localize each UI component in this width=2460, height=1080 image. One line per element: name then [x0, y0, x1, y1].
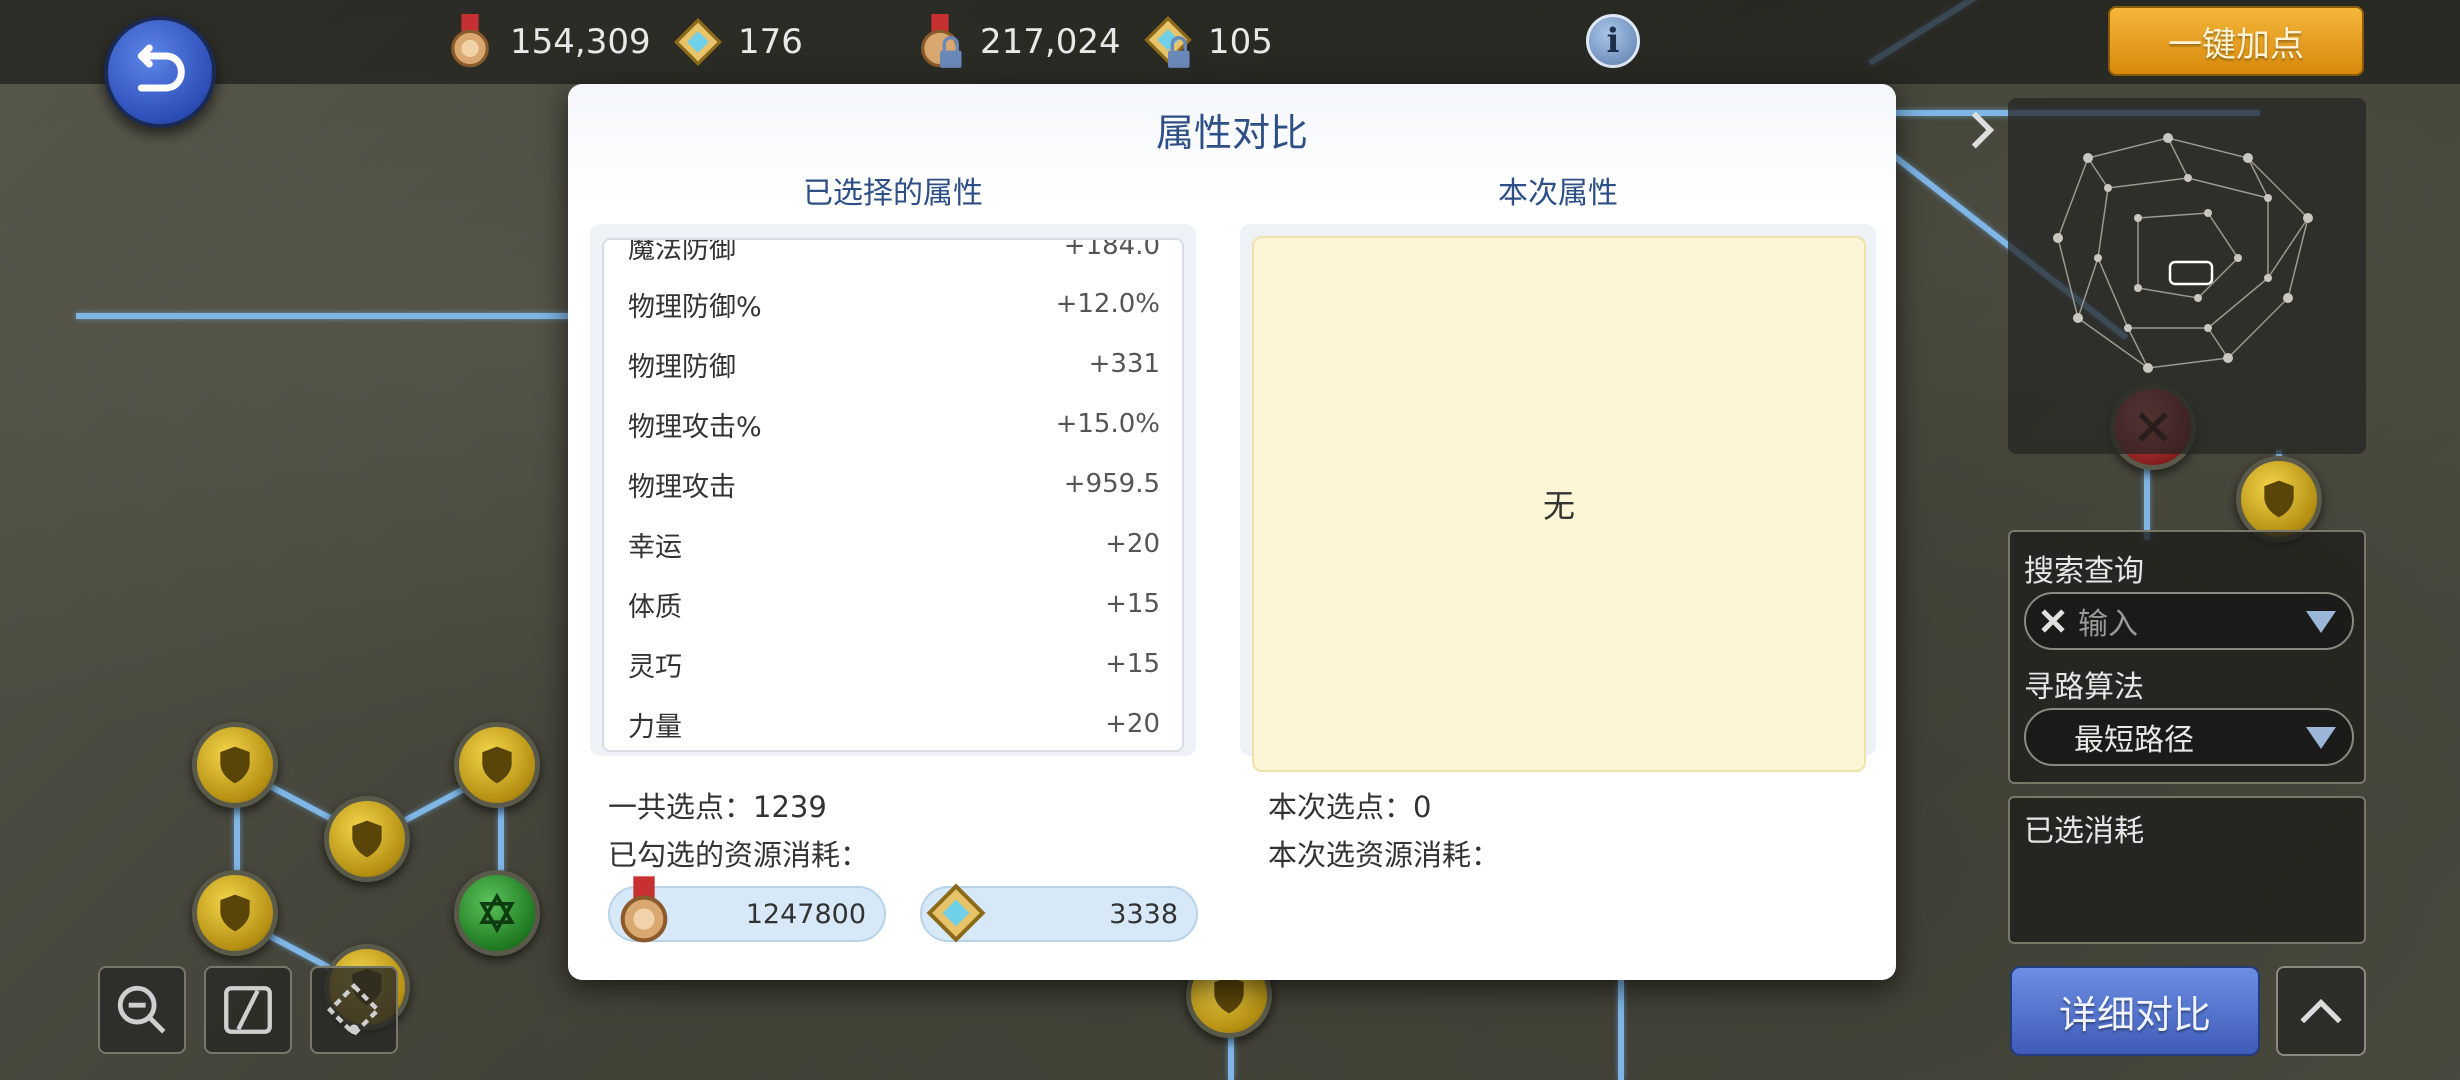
path-value: 最短路径 — [2074, 723, 2194, 758]
attr-name: 魔法防御 — [628, 238, 736, 265]
shield-icon — [2264, 480, 2294, 518]
shield-icon — [220, 746, 250, 784]
attr-name: 幸运 — [628, 531, 682, 563]
shield-node[interactable] — [192, 722, 278, 808]
slash-box-icon — [224, 986, 272, 1034]
current-cost-label: 本次选资源消耗： — [1268, 838, 1501, 872]
minimap-graph — [2053, 133, 2313, 373]
cost-medal-value: 1247800 — [745, 898, 866, 930]
current-points: 本次选点：0 — [1268, 790, 1432, 824]
shield-node[interactable] — [192, 870, 278, 956]
list-item: 灵巧 +15 — [604, 634, 1182, 694]
selected-cost-panel: 已选消耗 — [2008, 796, 2366, 944]
attr-value: +12.0% — [1055, 289, 1160, 319]
attr-value: +15.0% — [1055, 409, 1160, 439]
path-algorithm-select[interactable]: 最短路径 — [2024, 708, 2354, 766]
empty-text: 无 — [1542, 487, 1575, 525]
shield-icon — [220, 894, 250, 932]
list-item: 物理攻击 +959.5 — [604, 454, 1182, 514]
locked-crystal-icon — [1144, 16, 1192, 68]
attr-value: +184.0 — [1063, 238, 1160, 261]
shield-icon — [482, 746, 512, 784]
collapse-button[interactable] — [2276, 966, 2366, 1056]
list-item: 幸运 +20 — [604, 514, 1182, 574]
attr-value: +15 — [1105, 589, 1160, 619]
selected-attributes-header: 已选择的属性 — [803, 176, 983, 211]
list-item: 物理攻击% +15.0% — [604, 394, 1182, 454]
resource-value: 176 — [738, 22, 803, 62]
attr-name: 物理攻击 — [628, 471, 736, 503]
total-points: 一共选点：1239 — [608, 790, 827, 824]
current-attributes-box: 无 — [1252, 236, 1866, 772]
dialog-title: 属性对比 — [1155, 111, 1308, 155]
zoom-out-button[interactable] — [98, 966, 186, 1054]
attr-name: 体质 — [628, 591, 682, 623]
search-placeholder: 输入 — [2078, 607, 2138, 642]
path-label: 寻路算法 — [2024, 670, 2144, 705]
chevron-up-icon — [2300, 998, 2342, 1024]
cost-label: 已选消耗 — [2024, 814, 2144, 849]
chevron-down-icon — [2306, 611, 2336, 633]
locked-medal-icon — [921, 14, 962, 68]
attr-value: +20 — [1105, 529, 1160, 559]
list-item: 物理防御% +12.0% — [604, 274, 1182, 334]
resource-value: 217,024 — [980, 22, 1121, 62]
attr-name: 物理防御 — [628, 351, 736, 383]
toggle-lines-button[interactable] — [204, 966, 292, 1054]
resource-crystal: 176 — [672, 10, 803, 74]
red-medal-icon — [620, 876, 668, 943]
search-label: 搜索查询 — [2024, 554, 2144, 589]
select-area-button[interactable] — [310, 966, 398, 1054]
cost-crystal-value: 3338 — [1109, 898, 1178, 930]
info-button[interactable]: i — [1586, 14, 1640, 68]
auto-assign-button[interactable]: 一键加点 — [2108, 6, 2364, 76]
red-medal-icon — [451, 14, 489, 68]
board-line — [1618, 980, 1624, 1080]
back-button[interactable] — [104, 16, 216, 128]
attr-value: +959.5 — [1063, 469, 1160, 499]
attr-value: +20 — [1105, 709, 1160, 739]
attribute-list[interactable]: 魔法防御 +184.0 物理防御% +12.0% 物理防御 +331 物理攻击%… — [602, 238, 1184, 752]
resource-locked-medal: 217,024 — [914, 10, 1121, 74]
shield-node[interactable] — [454, 722, 540, 808]
chevron-right-icon[interactable] — [1964, 108, 2004, 152]
list-item: 力量 +20 — [604, 694, 1182, 750]
shield-node[interactable] — [324, 796, 410, 882]
detail-compare-button[interactable]: 详细对比 — [2010, 966, 2260, 1056]
board-line — [2144, 460, 2150, 540]
close-icon[interactable] — [2036, 604, 2070, 638]
attr-name: 灵巧 — [628, 651, 682, 683]
back-arrow-icon — [137, 44, 185, 92]
current-attributes-header: 本次属性 — [1498, 176, 1618, 211]
shield-icon — [352, 820, 382, 858]
search-input[interactable]: 输入 — [2024, 592, 2354, 650]
attr-name: 力量 — [628, 711, 682, 743]
gold-crystal-icon — [926, 883, 986, 943]
attribute-compare-dialog: 属性对比 已选择的属性 本次属性 魔法防御 +184.0 物理防御% +12.0… — [568, 84, 1896, 980]
selection-icon — [327, 983, 381, 1037]
search-panel: 搜索查询 输入 寻路算法 最短路径 — [2008, 530, 2366, 784]
attr-name: 物理攻击% — [628, 411, 762, 443]
list-item: 魔法防御 +184.0 — [604, 238, 1182, 276]
resource-medal: 154,309 — [444, 10, 651, 74]
zoom-out-icon — [117, 985, 166, 1034]
chevron-down-icon — [2306, 727, 2336, 749]
minimap[interactable] — [2008, 98, 2366, 454]
list-item: 物理防御 +331 — [604, 334, 1182, 394]
attr-name: 物理防御% — [628, 291, 762, 323]
attr-value: +15 — [1105, 649, 1160, 679]
attr-value: +331 — [1088, 349, 1160, 379]
hexagram-icon — [479, 892, 515, 934]
resource-locked-crystal: 105 — [1142, 10, 1273, 74]
hexagram-node[interactable] — [454, 870, 540, 956]
resource-value: 154,309 — [510, 22, 651, 62]
checked-cost-label: 已勾选的资源消耗： — [608, 838, 870, 872]
gold-crystal-icon — [674, 18, 722, 66]
list-item: 体质 +15 — [604, 574, 1182, 634]
resource-value: 105 — [1208, 22, 1273, 62]
board-line — [76, 313, 576, 319]
